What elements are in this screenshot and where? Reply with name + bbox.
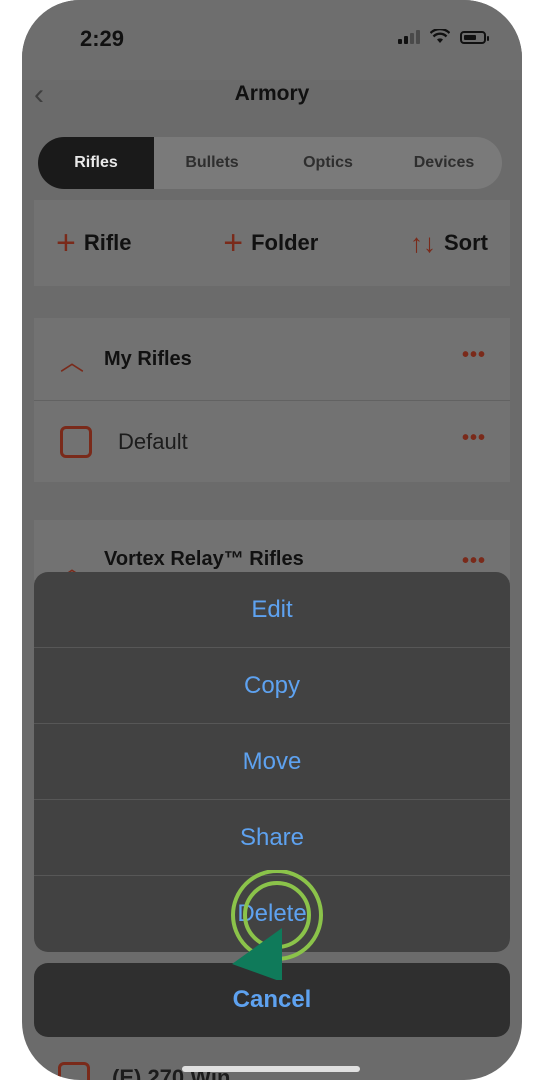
signal-icon [398,28,420,44]
more-icon[interactable]: ••• [462,550,486,573]
sort-label: Sort [443,230,488,255]
add-folder-label: Folder [251,230,319,255]
checkbox[interactable] [58,1062,90,1080]
add-folder-button[interactable]: + Folder [223,226,318,260]
tab-bar: Rifles Bullets Optics Devices [38,137,502,189]
add-rifle-button[interactable]: + Rifle [56,226,132,260]
toolbar: + Rifle + Folder ↑↓ Sort [34,200,510,286]
phone-screen: 2:29 ‹ Armory Rifles Bullets Optics Devi… [22,0,522,1080]
group-header[interactable]: ︿ My Rifles ••• [34,318,510,400]
more-icon[interactable]: ••• [462,427,486,450]
list-item[interactable]: Default ••• [34,400,510,482]
my-rifles-group: ︿ My Rifles ••• Default ••• [34,318,510,482]
add-rifle-label: Rifle [83,230,132,255]
copy-button[interactable]: Copy [34,648,510,724]
edit-button[interactable]: Edit [34,572,510,648]
vortex-group: ︿ Vortex Relay™ Rifles ••• [34,520,510,582]
tab-bullets[interactable]: Bullets [154,137,270,189]
rifle-name: Default [118,428,188,454]
more-icon[interactable]: ••• [462,344,486,367]
battery-icon [460,31,489,44]
tab-devices[interactable]: Devices [386,137,502,189]
move-button[interactable]: Move [34,724,510,800]
home-indicator [182,1066,360,1072]
page-title: Armory [234,82,310,105]
share-button[interactable]: Share [34,800,510,876]
chevron-up-icon[interactable]: ︿ [60,342,104,377]
wifi-icon [430,29,450,43]
status-time: 2:29 [80,26,125,51]
group-title: My Rifles [104,347,192,370]
tap-indicator-icon [231,870,323,980]
sort-icon: ↑↓ [409,227,436,258]
checkbox[interactable] [60,425,92,458]
plus-icon: + [223,224,244,262]
plus-icon: + [56,224,76,262]
group-title: Vortex Relay™ Rifles [104,548,304,570]
tab-rifles[interactable]: Rifles [38,137,154,189]
nav-bar: ‹ Armory [22,70,522,120]
sort-button[interactable]: ↑↓ Sort [410,228,488,259]
status-icons [398,28,489,44]
status-bar: 2:29 [22,0,522,80]
tab-optics[interactable]: Optics [270,137,386,189]
